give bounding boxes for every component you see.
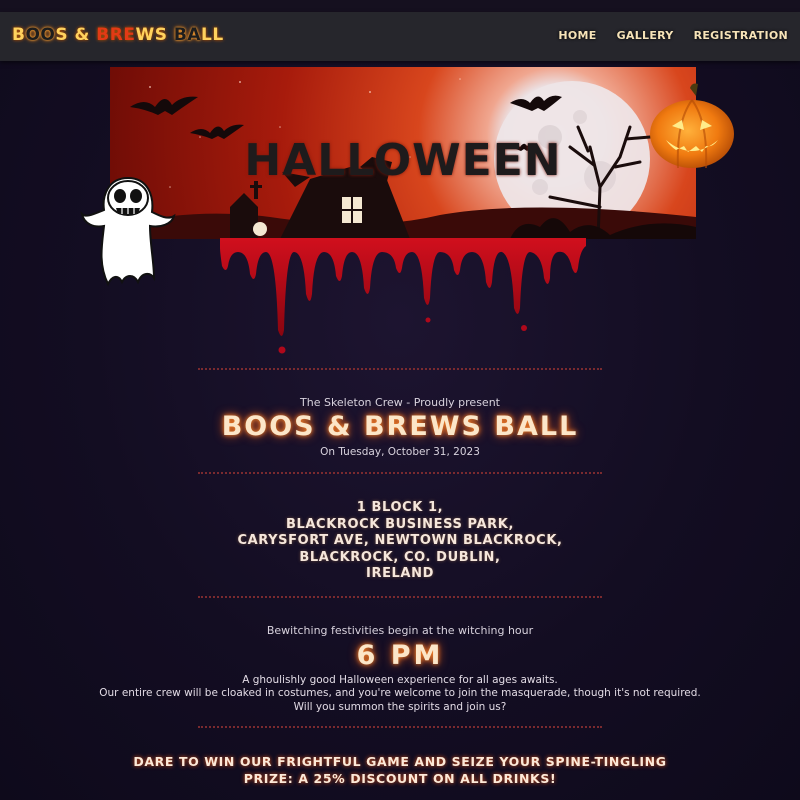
brand-part: OO: [25, 25, 56, 45]
description-line: A ghoulishly good Halloween experience f…: [242, 674, 558, 686]
dare-line: DARE TO WIN OUR FRIGHTFUL GAME AND SEIZE…: [133, 754, 667, 769]
nav-links: HOME GALLERY REGISTRATION: [558, 29, 788, 42]
address-line: CARYSFORT AVE, NEWTOWN BLACKROCK,: [237, 533, 563, 548]
divider: [198, 368, 602, 370]
brand-logo[interactable]: BOOS & BREWS BALL: [12, 25, 224, 45]
brand-part: BRE: [96, 25, 136, 45]
address-line: IRELAND: [366, 566, 434, 581]
brand-part: WS: [135, 25, 174, 45]
presenter-text: The Skeleton Crew - Proudly present: [300, 396, 500, 409]
navbar: BOOS & BREWS BALL HOME GALLERY REGISTRAT…: [0, 12, 800, 61]
event-title: BOOS & BREWS BALL: [221, 411, 579, 442]
halloween-banner: HALLOWEEN: [110, 67, 696, 239]
blood-drip-icon: [220, 238, 586, 354]
address-line: BLACKROCK, CO. DUBLIN,: [299, 549, 501, 565]
event-time: 6 PM: [356, 640, 444, 671]
brand-part: BA: [173, 25, 201, 45]
brand-part: S &: [55, 25, 97, 45]
description-line: Will you summon the spirits and join us?: [293, 700, 507, 713]
page: BOOS & BREWS BALL HOME GALLERY REGISTRAT…: [0, 0, 800, 800]
address: 1 BLOCK 1, BLACKROCK BUSINESS PARK, CARY…: [0, 500, 800, 583]
divider: [198, 472, 602, 474]
nav-link-registration[interactable]: REGISTRATION: [694, 29, 788, 42]
address-line: 1 BLOCK 1,: [356, 500, 444, 515]
ghost-icon: [80, 176, 176, 287]
brand-part: LL: [201, 25, 224, 45]
brand-part: B: [12, 25, 26, 45]
description-line: Our entire crew will be cloaked in costu…: [99, 687, 701, 700]
nav-link-home[interactable]: HOME: [558, 29, 596, 42]
nav-link-gallery[interactable]: GALLERY: [617, 29, 674, 42]
address-line: BLACKROCK BUSINESS PARK,: [286, 516, 514, 532]
pumpkin-icon: [650, 83, 734, 169]
dare-text: DARE TO WIN OUR FRIGHTFUL GAME AND SEIZE…: [0, 753, 800, 787]
divider: [198, 596, 602, 598]
begin-text: Bewitching festivities begin at the witc…: [266, 624, 534, 637]
top-strip: [0, 0, 800, 12]
event-description: A ghoulishly good Halloween experience f…: [0, 674, 800, 714]
dare-line: PRIZE: A 25% DISCOUNT ON ALL DRINKS!: [243, 771, 557, 786]
banner-title: HALLOWEEN: [244, 135, 562, 186]
divider: [198, 726, 602, 728]
house-round-window: [253, 222, 267, 236]
event-date: On Tuesday, October 31, 2023: [320, 446, 480, 458]
